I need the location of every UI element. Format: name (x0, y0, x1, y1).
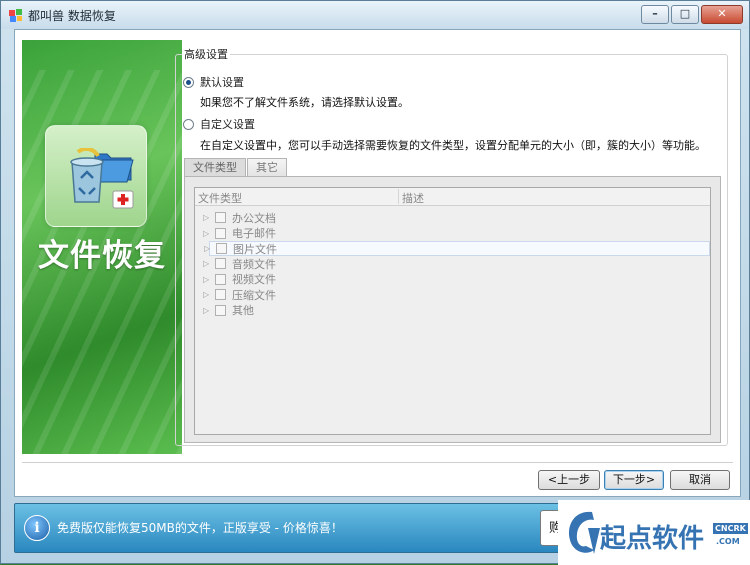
list-item-label: 电子邮件 (232, 227, 276, 241)
custom-settings-description: 在自定义设置中，您可以手动选择需要恢复的文件类型，设置分配单元的大小（即，簇的大… (200, 139, 706, 152)
radio-selected-icon[interactable] (183, 76, 194, 88)
list-item[interactable]: ▷ 电子邮件 (195, 226, 710, 242)
list-item-label: 视频文件 (232, 273, 276, 287)
window-controls: – □ ✕ (639, 5, 743, 24)
list-item-label: 压缩文件 (232, 288, 276, 302)
column-header-file-type[interactable]: 文件类型 (198, 190, 242, 206)
file-type-list: 文件类型 描述 ▷ 办公文档 ▷ 电子邮件 ▷ 图片文件 ▷ 音频文件 ▷ 视频文件 ▷ 压… (194, 187, 711, 435)
checkbox[interactable] (215, 212, 226, 224)
checkbox[interactable] (215, 304, 226, 316)
list-item-label: 音频文件 (232, 257, 276, 271)
expand-arrow-icon[interactable]: ▷ (203, 213, 211, 222)
tab-panel: 文件类型 描述 ▷ 办公文档 ▷ 电子邮件 ▷ 图片文件 ▷ 音频文件 ▷ 视频文件 ▷ 压… (184, 176, 721, 443)
list-item[interactable]: ▷ 其他 (195, 303, 710, 319)
close-icon: ✕ (717, 7, 727, 20)
group-title: 高级设置 (182, 46, 230, 62)
next-button[interactable]: 下一步> (604, 470, 664, 490)
list-header: 文件类型 描述 (195, 188, 710, 206)
app-window: 都叫兽 数据恢复 – □ ✕ 文件恢复 高级设置 默认设置 如果您不了解文件系统… (0, 0, 750, 565)
default-settings-description: 如果您不了解文件系统，请选择默认设置。 (200, 96, 409, 109)
expand-arrow-icon[interactable]: ▷ (203, 275, 211, 284)
list-item[interactable]: ▷ 压缩文件 (195, 287, 710, 303)
watermark-domain: .COM (716, 537, 740, 546)
checkbox[interactable] (215, 227, 226, 239)
column-divider[interactable] (398, 189, 399, 204)
expand-arrow-icon[interactable]: ▷ (203, 259, 211, 268)
prev-button[interactable]: <上一步 (538, 470, 600, 490)
expand-arrow-icon[interactable]: ▷ (204, 244, 212, 253)
checkbox[interactable] (216, 243, 227, 254)
list-item-label: 其他 (232, 304, 254, 318)
list-item[interactable]: ▷ 视频文件 (195, 272, 710, 288)
list-item-selected[interactable]: ▷ 图片文件 (204, 241, 710, 256)
first-aid-icon (112, 190, 134, 209)
cancel-button[interactable]: 取消 (670, 470, 730, 490)
watermark-logo-icon (568, 511, 600, 554)
list-item[interactable]: ▷ 音频文件 (195, 256, 710, 272)
tab-other[interactable]: 其它 (247, 158, 287, 177)
expand-arrow-icon[interactable]: ▷ (203, 290, 211, 299)
banner-icon-tile (45, 125, 147, 227)
column-header-description[interactable]: 描述 (402, 190, 424, 206)
app-logo-icon (9, 9, 22, 22)
radio-label-custom: 自定义设置 (200, 118, 255, 131)
expand-arrow-icon[interactable]: ▷ (203, 306, 211, 315)
window-title: 都叫兽 数据恢复 (28, 9, 116, 23)
radio-default-settings[interactable]: 默认设置 (183, 74, 244, 90)
watermark: 起点软件 CNCRK .COM (558, 500, 750, 565)
side-banner: 文件恢复 (22, 40, 182, 454)
info-message: 免费版仅能恢复50MB的文件，正版享受 - 价格惊喜！ (57, 521, 343, 535)
maximize-button[interactable]: □ (671, 5, 699, 24)
radio-unselected-icon[interactable] (183, 118, 194, 130)
checkbox[interactable] (215, 258, 226, 270)
radio-custom-settings[interactable]: 自定义设置 (183, 116, 255, 132)
maximize-icon: □ (679, 7, 691, 20)
radio-label-default: 默认设置 (200, 76, 244, 89)
tab-file-types[interactable]: 文件类型 (184, 158, 246, 177)
minimize-icon: – (652, 7, 658, 20)
banner-title: 文件恢复 (38, 238, 166, 274)
title-bar: 都叫兽 数据恢复 – □ ✕ (1, 1, 749, 29)
footer-divider (22, 462, 733, 463)
checkbox[interactable] (215, 273, 226, 285)
close-button[interactable]: ✕ (701, 5, 743, 24)
wizard-content: 文件恢复 高级设置 默认设置 如果您不了解文件系统，请选择默认设置。 自定义设置… (14, 29, 741, 497)
watermark-tag: CNCRK (713, 523, 748, 534)
expand-arrow-icon[interactable]: ▷ (203, 229, 211, 238)
tab-strip: 文件类型 其它 (184, 158, 288, 177)
minimize-button[interactable]: – (641, 5, 669, 24)
info-icon: i (24, 515, 50, 541)
list-item-label: 图片文件 (233, 242, 277, 256)
list-item[interactable]: ▷ 办公文档 (195, 210, 710, 226)
checkbox[interactable] (215, 289, 226, 301)
watermark-brand: 起点软件 (600, 524, 705, 554)
recycle-bin-icon (70, 148, 104, 203)
list-item-label: 办公文档 (232, 211, 276, 225)
